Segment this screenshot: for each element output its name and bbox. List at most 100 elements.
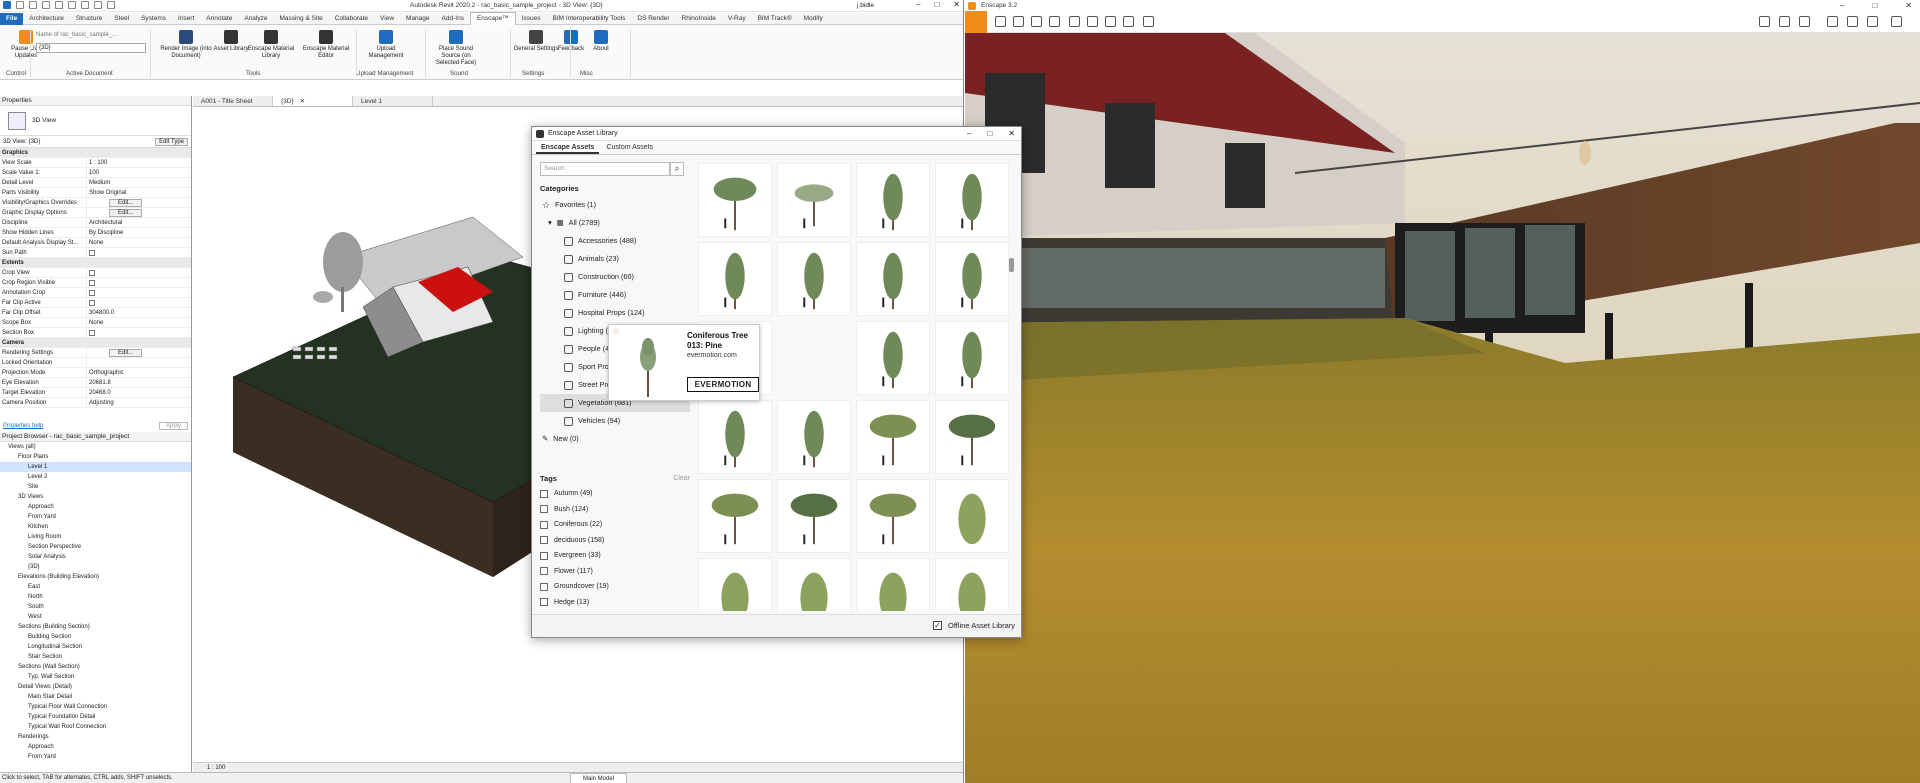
property-value[interactable]: 20468.0	[86, 388, 191, 397]
text-icon[interactable]	[94, 1, 102, 9]
browser-node[interactable]: Main Stair Detail	[0, 692, 191, 702]
tag-item[interactable]: Evergreen (33)	[540, 548, 690, 564]
edit-button[interactable]: Edit...	[109, 349, 143, 357]
property-value[interactable]	[86, 338, 191, 347]
cube-icon[interactable]	[1799, 16, 1810, 27]
property-value[interactable]: Edit...	[86, 348, 191, 357]
asset-close-icon[interactable]: ✕	[1008, 127, 1015, 141]
browser-node[interactable]: Longitudinal Section	[0, 642, 191, 652]
tag-checkbox[interactable]	[540, 489, 548, 498]
walk-mode-icon[interactable]	[995, 16, 1006, 27]
asset-minimize-icon[interactable]: –	[967, 127, 971, 141]
tag-item[interactable]: Groundcover (19)	[540, 579, 690, 595]
property-value[interactable]: None	[86, 238, 191, 247]
property-value[interactable]	[86, 248, 191, 257]
ribbon-tab-bim-interoperability-tools[interactable]: BIM Interoperability Tools	[547, 13, 632, 25]
asset-tile[interactable]	[698, 400, 772, 474]
browser-node[interactable]: {3D}	[0, 562, 191, 572]
asset-tile[interactable]	[777, 479, 851, 553]
browser-node[interactable]: Typical Foundation Detail	[0, 712, 191, 722]
enscape-maximize-icon[interactable]: □	[1872, 0, 1877, 11]
view-tab[interactable]: {3D} ✕	[273, 96, 353, 106]
place-sound-source-button[interactable]: Place Sound Source (on Selected Face)	[430, 30, 482, 67]
clear-tags-button[interactable]: Clear	[673, 475, 690, 482]
ribbon-tab-massing-site[interactable]: Massing & Site	[273, 13, 328, 25]
browser-node[interactable]: From Yard	[0, 512, 191, 522]
ribbon-tab-rhinoinside[interactable]: RhinoInside	[676, 13, 722, 25]
browser-node[interactable]: North	[0, 592, 191, 602]
browser-node[interactable]: Solar Analysis	[0, 552, 191, 562]
view-tab[interactable]: A001 - Title Sheet	[193, 96, 273, 106]
save-icon[interactable]	[29, 1, 37, 9]
asset-tile[interactable]	[777, 242, 851, 316]
tag-item[interactable]: Coniferous (22)	[540, 517, 690, 533]
screenshot-icon[interactable]	[1069, 16, 1080, 27]
asset-tile[interactable]	[935, 479, 1009, 553]
category-item[interactable]: Animals (23)	[540, 250, 690, 268]
tab-custom-assets[interactable]: Custom Assets	[601, 141, 658, 154]
property-value[interactable]: Medium	[86, 178, 191, 187]
browser-node[interactable]: Level 1	[0, 462, 191, 472]
search-icon[interactable]: ⌕	[670, 162, 684, 176]
ribbon-tab-architecture[interactable]: Architecture	[23, 13, 70, 25]
image-icon[interactable]	[1779, 16, 1790, 27]
open-icon[interactable]	[16, 1, 24, 9]
ribbon-tab-systems[interactable]: Systems	[135, 13, 172, 25]
property-value[interactable]: Adjusting	[86, 398, 191, 407]
undo-icon[interactable]	[42, 1, 50, 9]
browser-node[interactable]: Site	[0, 482, 191, 492]
property-checkbox[interactable]	[89, 270, 95, 276]
asset-tile[interactable]	[777, 400, 851, 474]
tag-checkbox[interactable]	[540, 582, 548, 591]
ribbon-tab-modify[interactable]: Modify	[798, 13, 829, 25]
tag-checkbox[interactable]	[540, 536, 548, 545]
property-value[interactable]	[86, 288, 191, 297]
ribbon-tab-enscape-[interactable]: Enscape™	[469, 12, 516, 25]
properties-help-link[interactable]: Properties help	[3, 423, 43, 429]
browser-node[interactable]: Elevations (Building Elevation)	[0, 572, 191, 582]
browser-node[interactable]: Typical Wall Roof Connection	[0, 722, 191, 732]
asset-tile[interactable]	[856, 321, 930, 395]
property-value[interactable]: 20681.8	[86, 378, 191, 387]
property-section[interactable]: Graphics	[0, 148, 191, 158]
user-name[interactable]: j.bidle	[857, 2, 874, 9]
active-model[interactable]: Main Model	[570, 773, 628, 783]
property-value[interactable]: Orthographic	[86, 368, 191, 377]
materials-icon[interactable]	[1759, 16, 1770, 27]
ribbon-tab-insert[interactable]: Insert	[172, 13, 200, 25]
ribbon-tab-analyze[interactable]: Analyze	[238, 13, 273, 25]
browser-node[interactable]: South	[0, 602, 191, 612]
tag-item[interactable]: Flower (117)	[540, 564, 690, 580]
browser-node[interactable]: Typical Floor Wall Connection	[0, 702, 191, 712]
category-item[interactable]: Accessories (488)	[540, 232, 690, 250]
ribbon-tab-ds-render[interactable]: DS Render	[631, 13, 675, 25]
ribbon-tab-steel[interactable]: Steel	[108, 13, 135, 25]
eye-icon[interactable]	[1827, 16, 1838, 27]
ribbon-tab-file[interactable]: File	[0, 12, 24, 25]
enscape-close-icon[interactable]: ✕	[1905, 0, 1912, 11]
browser-node[interactable]: Sections (Building Section)	[0, 622, 191, 632]
tag-item[interactable]: deciduous (158)	[540, 533, 690, 549]
ribbon-tab-annotate[interactable]: Annotate	[200, 13, 238, 25]
property-checkbox[interactable]	[89, 250, 95, 256]
bookmark-icon[interactable]	[1013, 16, 1024, 27]
3d-view-icon[interactable]	[107, 1, 115, 9]
type-selector[interactable]: 3D View	[0, 106, 191, 136]
instance-selector[interactable]: 3D View: {3D}	[3, 139, 40, 145]
browser-node[interactable]: Sections (Wall Section)	[0, 662, 191, 672]
category-favorites[interactable]: ☆ Favorites (1)	[540, 196, 690, 214]
material-editor-button[interactable]: Enscape Material Editor	[300, 30, 352, 60]
tag-item[interactable]: Hedge (13)	[540, 595, 690, 611]
property-section[interactable]: Extents	[0, 258, 191, 268]
material-library-button[interactable]: Enscape Material Library	[245, 30, 297, 60]
tag-checkbox[interactable]	[540, 520, 548, 529]
minimize-icon[interactable]: –	[916, 0, 920, 9]
category-item[interactable]: Construction (60)	[540, 268, 690, 286]
browser-node[interactable]: Stair Section	[0, 652, 191, 662]
apply-button[interactable]: Apply	[158, 422, 188, 430]
browser-node[interactable]: Detail Views (Detail)	[0, 682, 191, 692]
view-tab[interactable]: Level 1	[353, 96, 433, 106]
asset-tile[interactable]	[777, 163, 851, 237]
asset-maximize-icon[interactable]: □	[987, 127, 992, 141]
asset-tile[interactable]	[935, 400, 1009, 474]
